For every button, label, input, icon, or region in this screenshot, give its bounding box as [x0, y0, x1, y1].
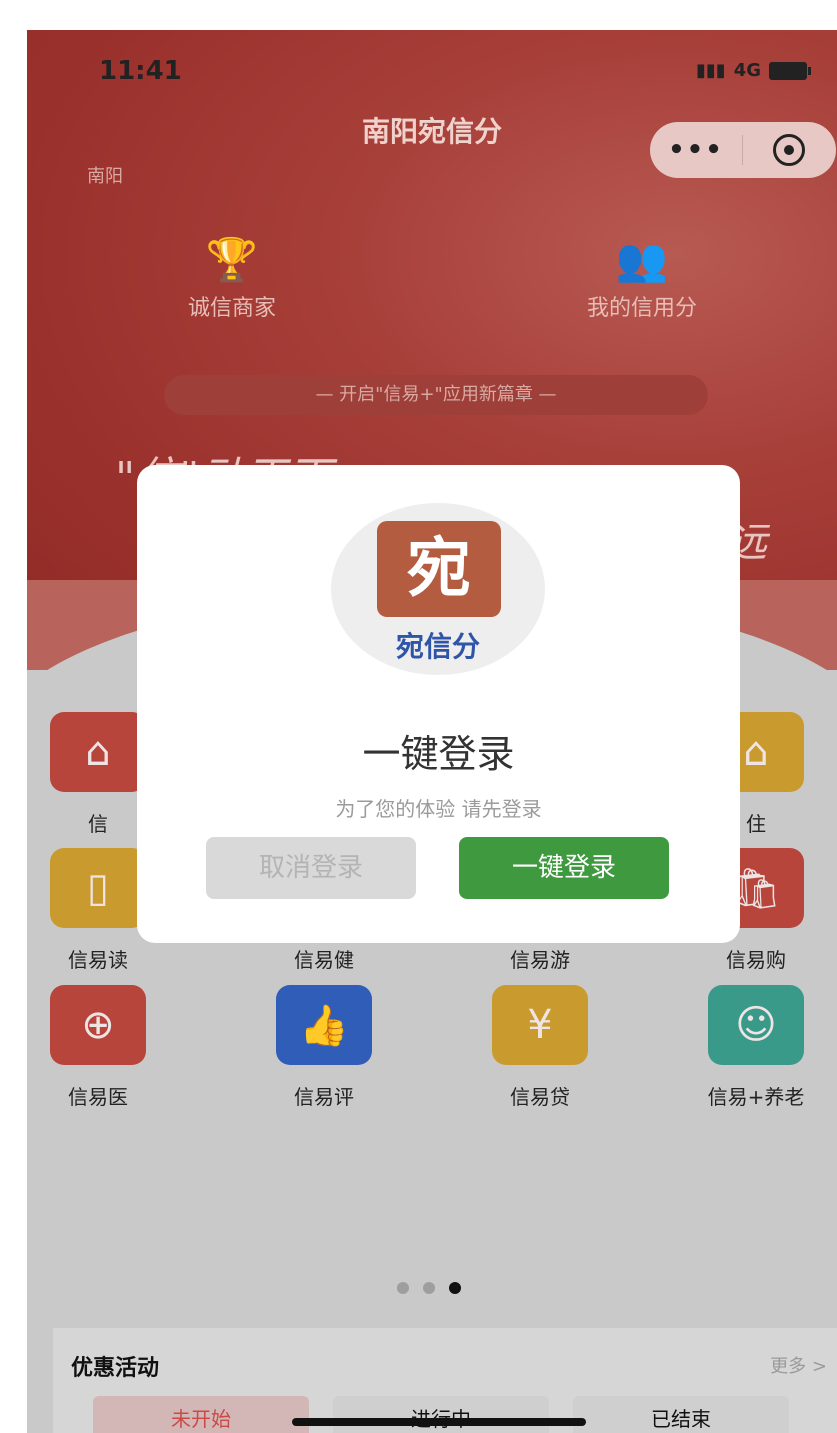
quick-link-label: 我的信用分	[586, 296, 697, 321]
battery-icon	[769, 61, 811, 80]
carousel-indicator	[397, 1282, 461, 1294]
carousel-dot[interactable]	[423, 1282, 435, 1294]
login-dialog: 宛 宛信分 一键登录 为了您的体验 请先登录 取消登录 一键登录	[137, 465, 740, 943]
target-icon	[773, 134, 805, 166]
medical-cross-icon: ⊕	[50, 985, 146, 1065]
tab-ended[interactable]: 已结束	[573, 1396, 789, 1433]
elderly-care-icon: ☺	[708, 985, 804, 1065]
signal-icon: ▮▮▮	[695, 60, 726, 81]
home-icon: ⌂	[50, 712, 146, 792]
status-bar: 11:41 ▮▮▮ 4G	[99, 56, 811, 96]
thumbs-up-icon: 👍	[276, 985, 372, 1065]
promotions-title: 优惠活动	[71, 1356, 160, 1381]
service-label: 信易医	[68, 1085, 128, 1109]
home-indicator[interactable]	[292, 1418, 586, 1426]
dialog-title: 一键登录	[362, 732, 515, 776]
dialog-subtitle: 为了您的体验 请先登录	[335, 797, 542, 821]
service-label: 信易+养老	[707, 1085, 805, 1109]
network-label: 4G	[733, 60, 761, 81]
tab-not-started[interactable]: 未开始	[93, 1396, 309, 1433]
city-selector[interactable]: 南阳	[87, 162, 123, 188]
promo-banner[interactable]: — 开启"信易+"应用新篇章 —	[164, 375, 708, 415]
service-label: 信易贷	[510, 1085, 570, 1109]
service-item[interactable]: ¥ 信易贷	[475, 985, 605, 1110]
quick-link-merchants[interactable]: 🏆 诚信商家	[157, 230, 307, 322]
users-icon: 👥	[615, 235, 669, 284]
cancel-login-button[interactable]: 取消登录	[206, 837, 416, 899]
app-logo: 宛 宛信分	[331, 503, 545, 675]
quick-link-credit-score[interactable]: 👥 我的信用分	[557, 230, 727, 322]
service-label: 信易健	[294, 948, 354, 972]
carousel-dot-active[interactable]	[449, 1282, 461, 1294]
logo-text: 宛信分	[395, 630, 480, 663]
status-time: 11:41	[99, 56, 182, 86]
carousel-dot[interactable]	[397, 1282, 409, 1294]
close-miniprogram-button[interactable]	[743, 134, 835, 166]
service-label: 信易评	[294, 1085, 354, 1109]
service-label: 信易游	[510, 948, 570, 972]
more-menu-button[interactable]: •••	[650, 135, 742, 165]
logo-mark: 宛	[377, 521, 501, 617]
tab-in-progress[interactable]: 进行中	[333, 1396, 549, 1433]
promotions-tabs: 未开始 进行中 已结束	[93, 1396, 789, 1433]
service-item[interactable]: ⊕ 信易医	[33, 985, 163, 1110]
service-label: 信易购	[726, 948, 786, 972]
book-icon: ▯	[50, 848, 146, 928]
service-item[interactable]: 👍 信易评	[259, 985, 389, 1110]
promotions-more-link[interactable]: 更多 >	[770, 1352, 827, 1378]
loan-icon: ¥	[492, 985, 588, 1065]
quick-link-label: 诚信商家	[187, 296, 276, 321]
service-label: 信易读	[68, 948, 128, 972]
status-signal: ▮▮▮ 4G	[695, 60, 811, 81]
one-click-login-button[interactable]: 一键登录	[459, 837, 669, 899]
trophy-icon: 🏆	[205, 235, 259, 284]
miniprogram-capsule: •••	[650, 122, 836, 178]
service-item[interactable]: ☺ 信易+养老	[691, 985, 821, 1110]
